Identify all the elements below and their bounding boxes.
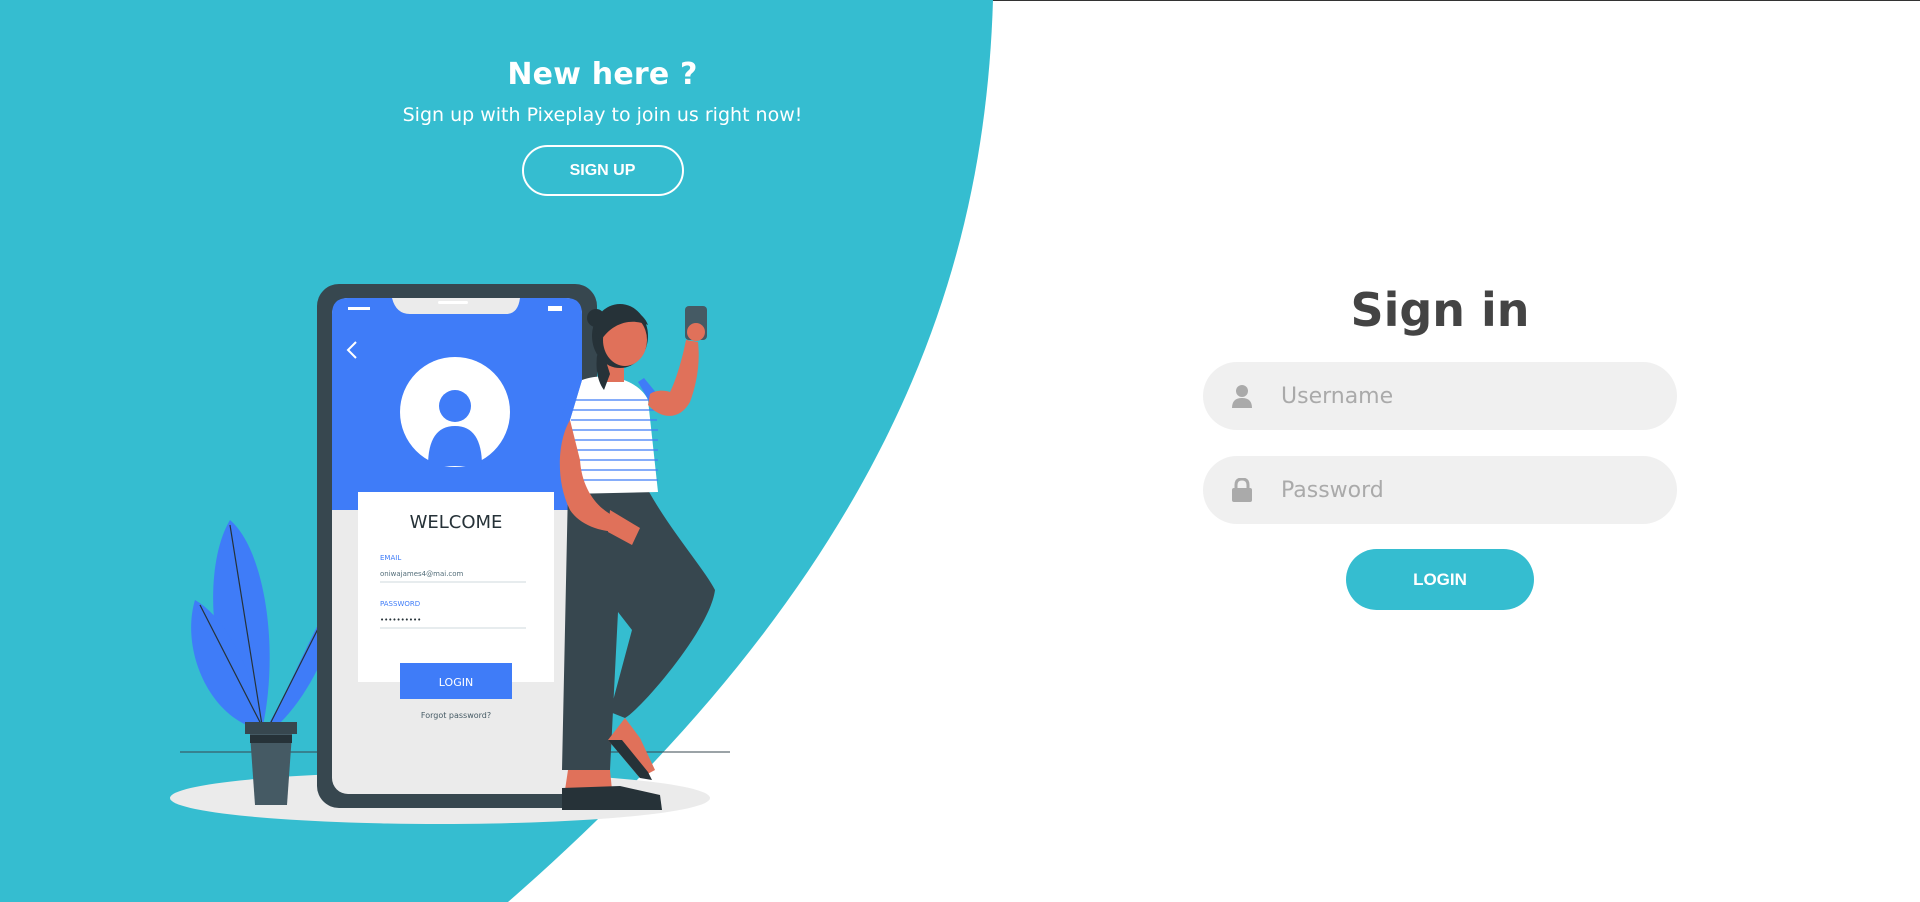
- username-field[interactable]: [1203, 362, 1677, 430]
- username-input[interactable]: [1281, 383, 1641, 409]
- illustration-forgot: Forgot password?: [421, 711, 491, 720]
- sign-in-title: Sign in: [1350, 283, 1530, 337]
- illustration-password-value: ••••••••••: [380, 616, 421, 624]
- sign-in-form: Sign in LOGIN: [1203, 280, 1677, 610]
- illustration-password-label: PASSWORD: [380, 600, 420, 608]
- lock-icon: [1203, 478, 1281, 502]
- illustration-email-value: oniwajames4@mai.com: [380, 570, 464, 578]
- password-input[interactable]: [1281, 477, 1641, 503]
- illustration-email-label: EMAIL: [380, 554, 401, 562]
- panel-title: New here ?: [507, 57, 698, 92]
- signup-panel: New here ? Sign up with Pixeplay to join…: [350, 55, 855, 196]
- illustration-welcome: WELCOME: [410, 512, 503, 533]
- login-illustration: WELCOME EMAIL oniwajames4@mai.com PASSWO…: [170, 284, 730, 824]
- sign-in-fields: [1203, 362, 1677, 524]
- login-button[interactable]: LOGIN: [1346, 549, 1534, 610]
- user-icon: [1203, 384, 1281, 408]
- sign-up-button[interactable]: SIGN UP: [521, 145, 684, 196]
- woman-figure-icon: [559, 304, 715, 810]
- phone-icon: [317, 284, 597, 808]
- password-field[interactable]: [1203, 456, 1677, 524]
- panel-text: Sign up with Pixeplay to join us right n…: [402, 104, 803, 126]
- illustration-login-label: LOGIN: [439, 676, 473, 689]
